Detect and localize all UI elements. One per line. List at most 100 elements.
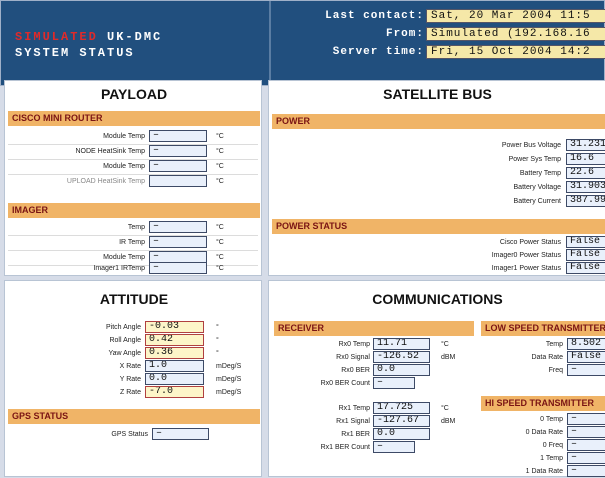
field-label: Freq — [548, 367, 563, 374]
field-label: Rx0 Signal — [336, 354, 370, 361]
field-value: 387.998 — [566, 195, 605, 207]
field-label: Temp — [127, 224, 145, 231]
field-label: Data Rate — [531, 354, 563, 361]
field-value: 0.42 — [145, 334, 204, 346]
receiver-row: Rx0 Temp 11.71 °C — [274, 338, 474, 351]
router-row: UPLOAD HeatSink Temp °C — [8, 175, 258, 188]
imager-row: Imager1 IRTemp – °C — [8, 262, 258, 275]
satellite-bus-title: SATELLITE BUS — [383, 86, 492, 102]
field-unit: °C — [216, 178, 224, 185]
field-value: 11.71 — [373, 338, 430, 350]
hi-speed-tx-row: 0 Freq – — [481, 439, 605, 452]
low-speed-tx-section-header: LOW SPEED TRANSMITTER — [481, 321, 605, 336]
field-value: – — [149, 221, 207, 233]
field-label: Imager0 Power Status — [491, 252, 561, 259]
last-contact-value: Sat, 20 Mar 2004 11:5 — [426, 9, 605, 23]
payload-title: PAYLOAD — [100, 86, 168, 102]
field-label: 0 Temp — [540, 416, 563, 423]
receiver-row: Rx1 BER 0.0 — [274, 428, 474, 441]
imager-row: IR Temp – °C — [8, 236, 258, 249]
imager-row: Temp – °C — [8, 221, 258, 234]
field-unit: ° — [216, 324, 219, 331]
field-value: – — [373, 377, 415, 389]
field-label: Battery Voltage — [513, 184, 561, 191]
field-value: – — [149, 160, 207, 172]
field-value: 22.6 — [566, 167, 605, 179]
communications-panel: COMMUNICATIONS RECEIVER Rx0 Temp 11.71 °… — [268, 280, 605, 477]
server-time-label: Server time: — [332, 46, 424, 58]
field-label: Z Rate — [119, 389, 141, 396]
field-label: Yaw Angle — [108, 350, 141, 357]
receiver-section-header: RECEIVER — [274, 321, 474, 336]
attitude-row: Pitch Angle -0.03 ° — [8, 321, 258, 334]
field-value: 0.0 — [373, 428, 430, 440]
last-contact-row: Last contact: Sat, 20 Mar 2004 11:5 — [1, 9, 605, 24]
field-unit: ° — [216, 337, 219, 344]
field-unit: dBM — [441, 418, 456, 425]
field-value: 0.36 — [145, 347, 204, 359]
power-row: Power Bus Voltage 31.2319 — [272, 139, 605, 152]
field-value: False — [566, 249, 605, 261]
attitude-row: X Rate 1.0 mDeg/S — [8, 360, 258, 373]
field-label: X Rate — [119, 363, 141, 370]
field-label: Battery Temp — [519, 170, 561, 177]
imager-section-header: IMAGER — [8, 203, 260, 218]
hi-speed-tx-row: 1 Temp – — [481, 452, 605, 465]
from-row: From: Simulated (192.168.16 — [1, 27, 605, 42]
field-value: False — [567, 351, 605, 363]
field-value: – — [567, 364, 605, 376]
field-unit: °C — [441, 405, 449, 412]
field-unit: °C — [216, 239, 224, 246]
field-value: 17.725 — [373, 402, 430, 414]
field-unit: °C — [216, 148, 224, 155]
satellite-bus-panel: SATELLITE BUS POWER Power Bus Voltage 31… — [268, 80, 605, 276]
communications-title: COMMUNICATIONS — [372, 291, 503, 307]
attitude-panel: ATTITUDE Pitch Angle -0.03 ° Roll Angle … — [4, 280, 262, 477]
field-label: Battery Current — [513, 198, 561, 205]
power-status-row: Cisco Power Status False — [272, 236, 605, 249]
from-value: Simulated (192.168.16 — [426, 27, 605, 41]
field-label: Rx1 Signal — [336, 418, 370, 425]
hi-speed-tx-row: 0 Temp – — [481, 413, 605, 426]
field-unit: mDeg/S — [216, 389, 242, 396]
field-unit: mDeg/S — [216, 363, 242, 370]
router-row: Module Temp – °C — [8, 130, 258, 143]
field-unit: °C — [216, 133, 224, 140]
field-label: Rx1 BER Count — [320, 444, 370, 451]
field-label: IR Temp — [119, 239, 145, 246]
hi-speed-tx-row: 0 Data Rate – — [481, 426, 605, 439]
field-label: GPS Status — [111, 431, 148, 438]
field-label: UPLOAD HeatSink Temp — [66, 178, 145, 185]
field-value: – — [567, 413, 605, 425]
field-value: False — [566, 262, 605, 274]
field-value: – — [567, 465, 605, 477]
attitude-row: Z Rate -7.0 mDeg/S — [8, 386, 258, 399]
field-label: Pitch Angle — [105, 324, 141, 331]
receiver-row: Rx1 Temp 17.725 °C — [274, 402, 474, 415]
field-label: Temp — [545, 341, 563, 348]
field-label: Module Temp — [103, 163, 145, 170]
hi-speed-tx-row: 1 Data Rate – — [481, 465, 605, 478]
field-label: 1 Temp — [540, 455, 563, 462]
receiver-row: Rx1 Signal -127.67 dBM — [274, 415, 474, 428]
field-unit: mDeg/S — [216, 376, 242, 383]
field-label: Rx0 BER Count — [320, 380, 370, 387]
field-label: Power Bus Voltage — [501, 142, 561, 149]
attitude-title: ATTITUDE — [99, 291, 169, 307]
field-label: Rx0 Temp — [338, 341, 370, 348]
low-speed-tx-row: Freq – — [481, 364, 605, 377]
field-label: 0 Freq — [542, 442, 563, 449]
field-label: Rx1 Temp — [338, 405, 370, 412]
gps-section-header: GPS STATUS — [8, 409, 260, 424]
field-value: 16.6 — [566, 153, 605, 165]
router-row: NODE HeatSink Temp – °C — [8, 145, 258, 158]
field-label: Rx0 BER — [341, 367, 370, 374]
receiver-row: Rx0 Signal -126.52 dBM — [274, 351, 474, 364]
field-unit: ° — [216, 350, 219, 357]
field-label: Y Rate — [119, 376, 141, 383]
field-value: 8.502 — [567, 338, 605, 350]
power-section-header: POWER — [272, 114, 605, 129]
field-value: – — [152, 428, 209, 440]
field-value: 0.0 — [145, 373, 204, 385]
power-row: Battery Temp 22.6 — [272, 167, 605, 180]
